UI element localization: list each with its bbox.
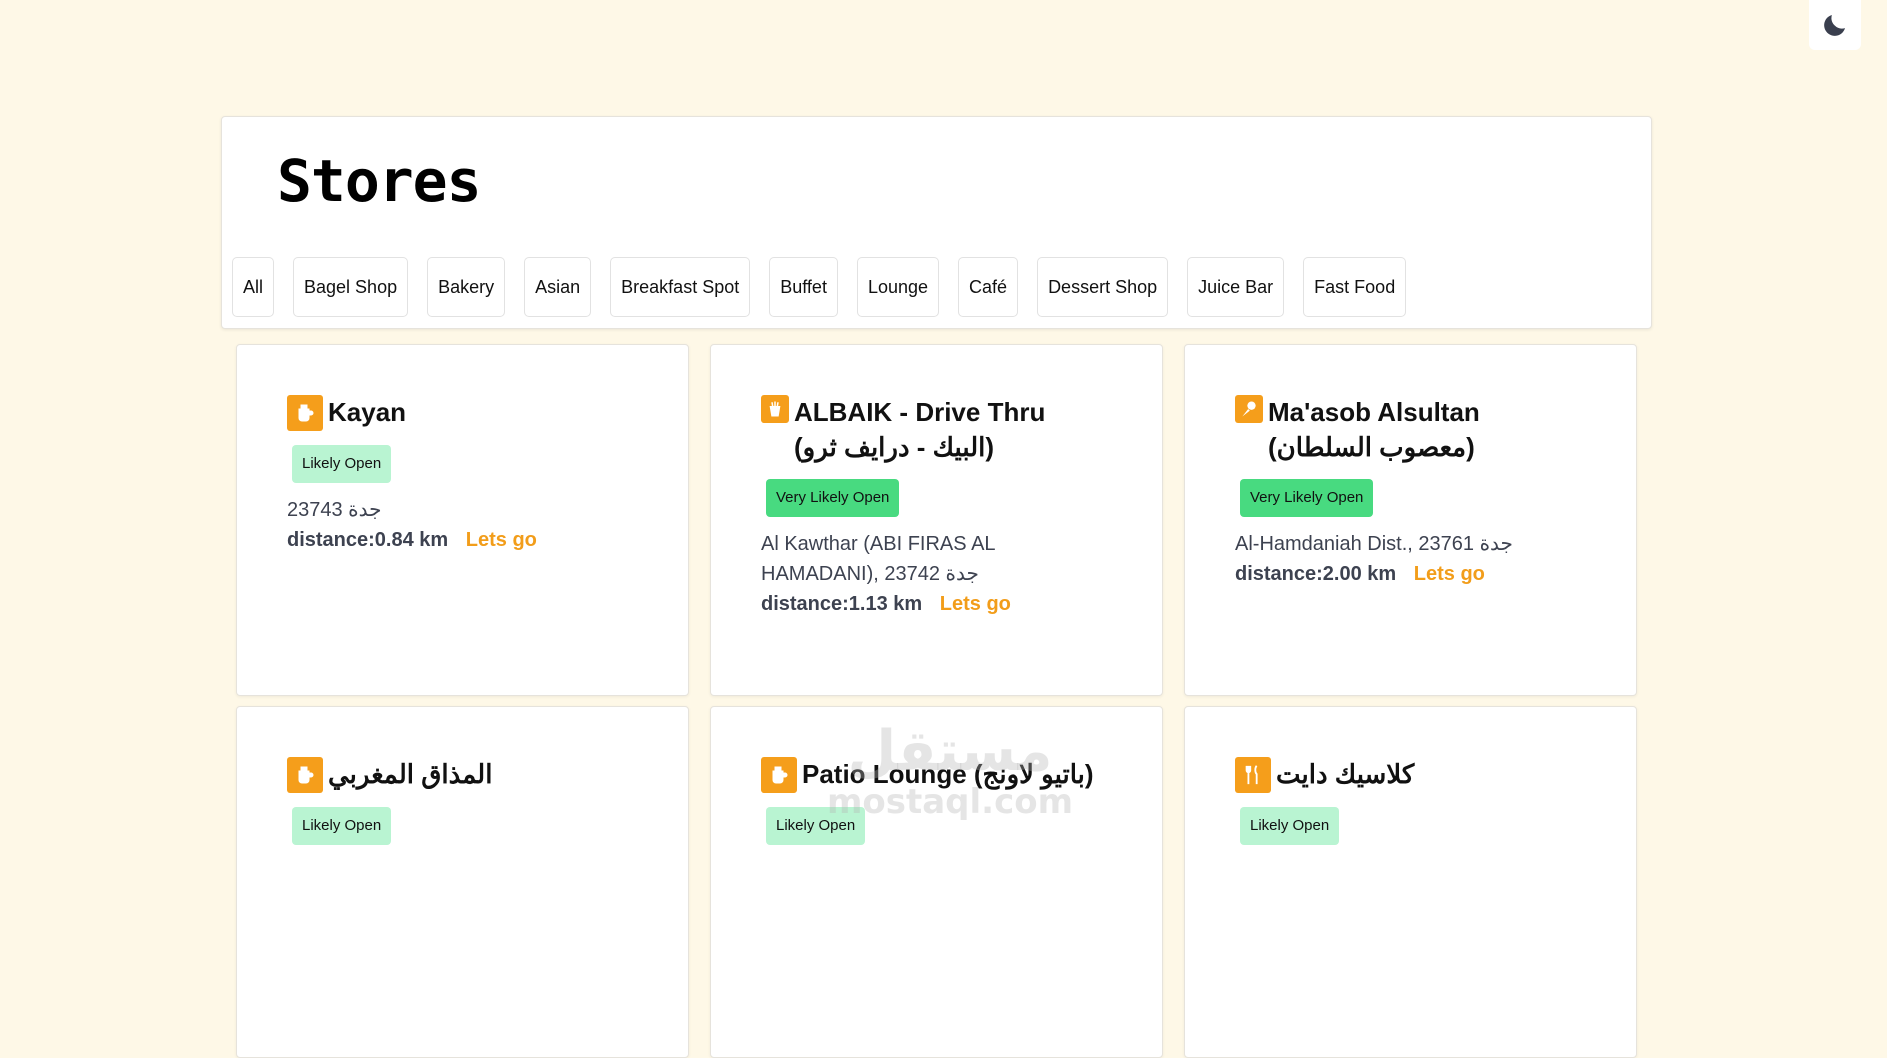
status-badge: Very Likely Open xyxy=(1240,479,1374,517)
store-address: Al Kawthar (ABI FIRAS AL HAMADANI), 2374… xyxy=(761,533,995,585)
coffee-pot-icon xyxy=(761,757,797,793)
store-card[interactable]: المذاق المغربي Likely Open xyxy=(236,706,689,1058)
store-header: Kayan xyxy=(287,395,638,431)
store-header: كلاسيك دايت xyxy=(1235,757,1586,793)
filter-juice-bar[interactable]: Juice Bar xyxy=(1187,257,1285,317)
coffee-pot-icon xyxy=(287,395,323,431)
stores-header: Stores All Bagel Shop Bakery Asian Break… xyxy=(221,116,1652,329)
fast-food-icon xyxy=(761,395,789,423)
coffee-pot-icon xyxy=(287,757,323,793)
moon-icon xyxy=(1824,15,1845,36)
filter-fast-food[interactable]: Fast Food xyxy=(1303,257,1407,317)
filter-cafe[interactable]: Café xyxy=(958,257,1019,317)
store-name: Ma'asob Alsultan (معصوب السلطان) xyxy=(1268,397,1480,462)
store-card[interactable]: Kayan Likely Open جدة 23743 distance:0.8… xyxy=(236,344,689,696)
status-badge: Likely Open xyxy=(766,807,866,845)
distance-row: distance:0.84 km Lets go xyxy=(287,525,638,555)
status-badge: Likely Open xyxy=(292,807,392,845)
lets-go-link[interactable]: Lets go xyxy=(940,593,1011,615)
status-badge: Likely Open xyxy=(1240,807,1340,845)
status-badge: Likely Open xyxy=(292,445,392,483)
page-title: Stores xyxy=(277,147,482,215)
filter-bakery[interactable]: Bakery xyxy=(427,257,506,317)
store-header: ALBAIK - Drive Thru (البيك - درايف ثرو) xyxy=(761,395,1112,465)
store-name: ALBAIK - Drive Thru (البيك - درايف ثرو) xyxy=(794,397,1046,462)
filter-bagel-shop[interactable]: Bagel Shop xyxy=(293,257,409,317)
fork-knife-icon xyxy=(1235,757,1271,793)
store-name: المذاق المغربي xyxy=(328,759,493,789)
store-distance: distance:0.84 km xyxy=(287,529,449,551)
store-grid: Kayan Likely Open جدة 23743 distance:0.8… xyxy=(236,344,1637,1058)
distance-row: distance:1.13 km Lets go xyxy=(761,589,1112,619)
store-name: Kayan xyxy=(328,397,407,427)
category-filters: All Bagel Shop Bakery Asian Breakfast Sp… xyxy=(232,257,1407,317)
filter-lounge[interactable]: Lounge xyxy=(856,257,940,317)
store-card[interactable]: كلاسيك دايت Likely Open xyxy=(1184,706,1637,1058)
store-name: Patio Lounge (باتيو لاونج) xyxy=(802,759,1094,789)
store-name: كلاسيك دايت xyxy=(1276,759,1415,789)
dessert-icon xyxy=(1235,395,1263,423)
filter-dessert-shop[interactable]: Dessert Shop xyxy=(1037,257,1169,317)
status-badge: Very Likely Open xyxy=(766,479,900,517)
theme-toggle-button[interactable] xyxy=(1809,0,1861,50)
store-card[interactable]: Patio Lounge (باتيو لاونج) Likely Open xyxy=(710,706,1163,1058)
distance-row: distance:2.00 km Lets go xyxy=(1235,559,1586,589)
store-distance: distance:1.13 km xyxy=(761,593,923,615)
filter-breakfast-spot[interactable]: Breakfast Spot xyxy=(610,257,751,317)
store-address: جدة 23743 xyxy=(287,499,382,521)
store-header: المذاق المغربي xyxy=(287,757,638,793)
store-distance: distance:2.00 km xyxy=(1235,563,1397,585)
filter-asian[interactable]: Asian xyxy=(524,257,592,317)
store-address: Al-Hamdaniah Dist., 23761 جدة xyxy=(1235,533,1513,555)
store-card[interactable]: ALBAIK - Drive Thru (البيك - درايف ثرو) … xyxy=(710,344,1163,696)
store-header: Patio Lounge (باتيو لاونج) xyxy=(761,757,1112,793)
store-card[interactable]: Ma'asob Alsultan (معصوب السلطان) Very Li… xyxy=(1184,344,1637,696)
store-header: Ma'asob Alsultan (معصوب السلطان) xyxy=(1235,395,1586,465)
filter-buffet[interactable]: Buffet xyxy=(769,257,838,317)
filter-all[interactable]: All xyxy=(232,257,275,317)
lets-go-link[interactable]: Lets go xyxy=(466,529,537,551)
lets-go-link[interactable]: Lets go xyxy=(1414,563,1485,585)
